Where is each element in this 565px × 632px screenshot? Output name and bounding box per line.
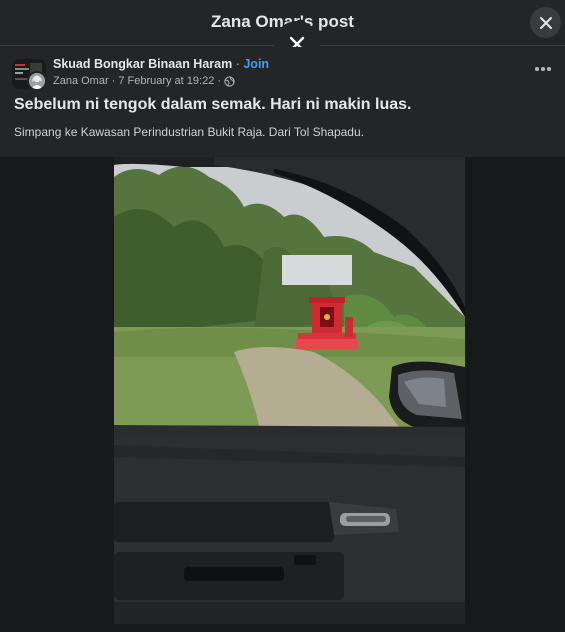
- author-name[interactable]: Zana Omar: [53, 75, 109, 87]
- post-date[interactable]: 7 February at 19:22: [118, 75, 214, 87]
- more-options-button[interactable]: [529, 59, 557, 79]
- meta-separator: ·: [217, 75, 221, 87]
- group-line: Skuad Bongkar Binaan Haram · Join: [53, 57, 269, 71]
- media-area: [0, 157, 565, 632]
- close-button[interactable]: [530, 7, 561, 38]
- post-header: Skuad Bongkar Binaan Haram · Join Zana O…: [0, 47, 565, 157]
- post-text: Sebelum ni tengok dalam semak. Hari ni m…: [14, 96, 412, 113]
- post-photo[interactable]: [114, 157, 465, 624]
- author-avatar[interactable]: [27, 71, 47, 91]
- more-options-icon: [535, 67, 539, 71]
- meta-separator: ·: [111, 75, 116, 87]
- post-meta: Zana Omar · 7 February at 19:22 ·: [53, 75, 235, 87]
- separator: ·: [235, 57, 240, 71]
- close-icon: [539, 16, 552, 29]
- group-name[interactable]: Skuad Bongkar Binaan Haram: [53, 57, 232, 71]
- globe-icon: [224, 75, 235, 87]
- post-subtext: Simpang ke Kawasan Perindustrian Bukit R…: [14, 125, 364, 139]
- join-button[interactable]: Join: [243, 57, 269, 71]
